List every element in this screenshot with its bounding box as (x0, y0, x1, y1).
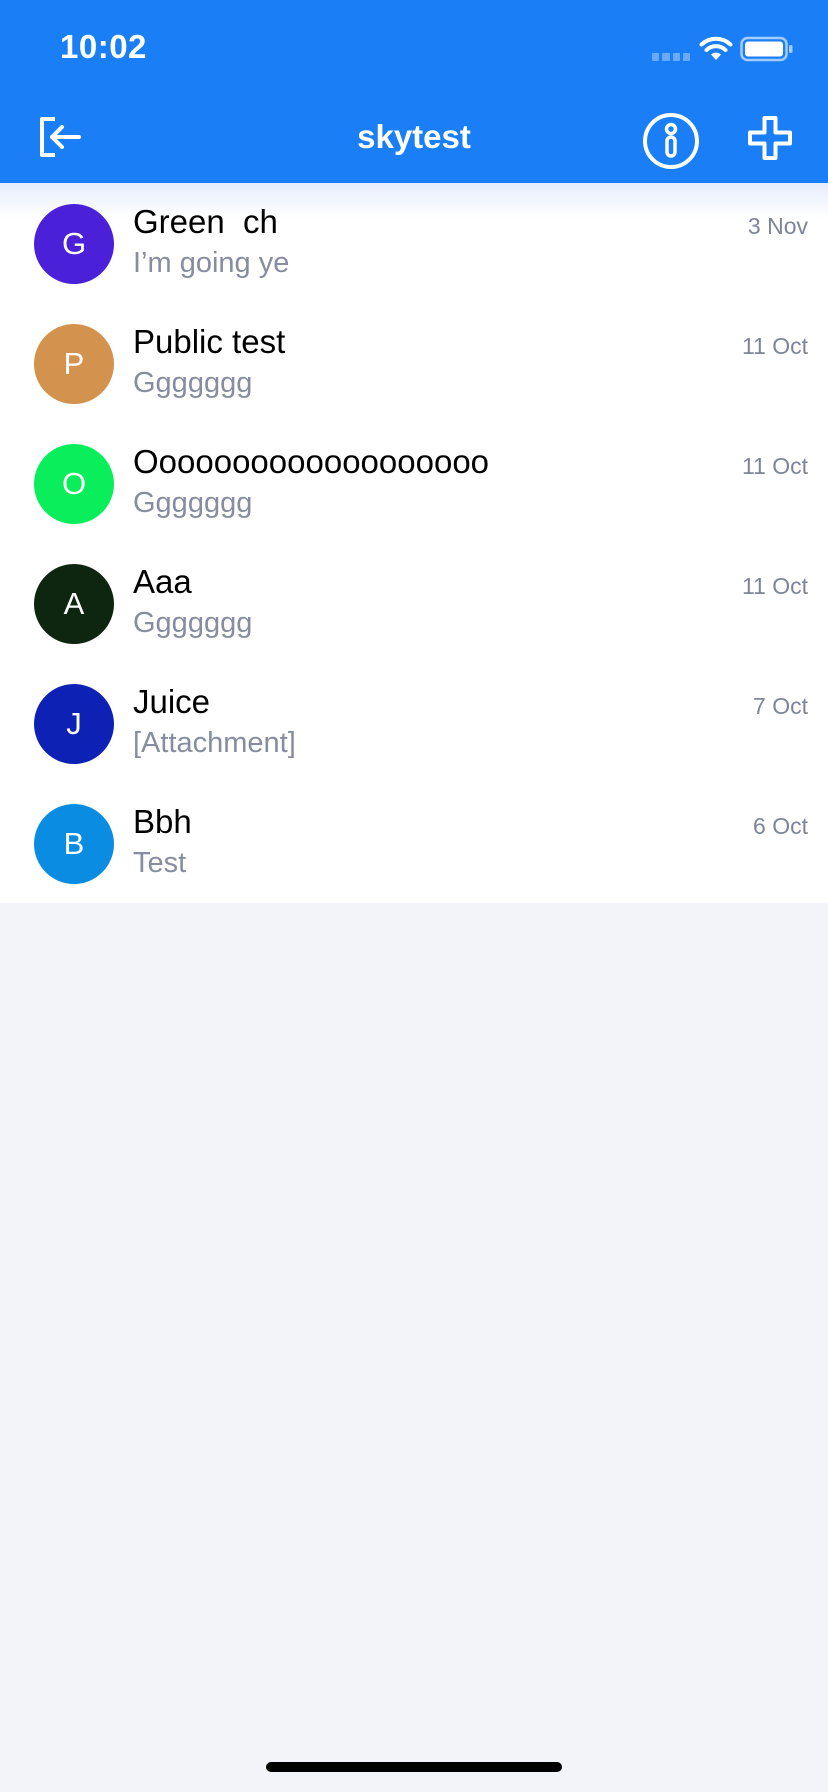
chat-date: 3 Nov (747, 213, 808, 239)
chat-row-green-ch[interactable]: G Green ch I’m going ye 3 Nov (0, 183, 828, 303)
chat-date: 6 Oct (753, 813, 808, 839)
chat-preview: Ggggggg (133, 607, 253, 639)
chat-date: 7 Oct (753, 693, 808, 719)
chat-date: 11 Oct (741, 453, 808, 479)
chat-preview: Ggggggg (133, 367, 253, 399)
chat-preview: I’m going ye (133, 247, 290, 279)
chat-row-bbh[interactable]: B Bbh Test 6 Oct (0, 783, 828, 903)
home-indicator[interactable] (266, 1762, 562, 1772)
chat-name: Juice (133, 683, 211, 720)
avatar: O (34, 444, 114, 524)
avatar: P (34, 324, 114, 404)
page-title: skytest (357, 118, 471, 155)
chat-name: Public test (133, 323, 286, 360)
header-bar: 10:02 skytest (0, 0, 828, 183)
chat-name: Green ch (133, 203, 278, 240)
avatar: B (34, 804, 114, 884)
chat-preview: Test (133, 847, 187, 879)
chat-name: Bbh (133, 803, 192, 840)
avatar: G (34, 204, 114, 284)
chat-row-juice[interactable]: J Juice [Attachment] 7 Oct (0, 663, 828, 783)
info-icon[interactable] (642, 112, 700, 170)
avatar: J (34, 684, 114, 764)
chat-name: Aaa (133, 563, 192, 600)
chat-row-aaa[interactable]: A Aaa Ggggggg 11 Oct (0, 543, 828, 663)
cellular-signal-icon (652, 53, 690, 61)
wifi-icon (699, 36, 733, 60)
chat-date: 11 Oct (741, 573, 808, 599)
chat-name: Ooooooooooooooooooo (133, 443, 490, 480)
chat-date: 11 Oct (741, 333, 808, 359)
chat-preview: [Attachment] (133, 727, 296, 759)
chat-list: G Green ch I’m going ye 3 Nov P Public t… (0, 183, 828, 903)
chat-row-public-test[interactable]: P Public test Ggggggg 11 Oct (0, 303, 828, 423)
chat-list-screen: 10:02 skytest G Green ch I’m going ye 3 … (0, 0, 828, 1792)
battery-icon (740, 36, 793, 62)
chat-row-oooo[interactable]: O Ooooooooooooooooooo Ggggggg 11 Oct (0, 423, 828, 543)
avatar: A (34, 564, 114, 644)
chat-preview: Ggggggg (133, 487, 253, 519)
status-time: 10:02 (60, 28, 147, 65)
add-chat-icon[interactable] (746, 114, 794, 162)
